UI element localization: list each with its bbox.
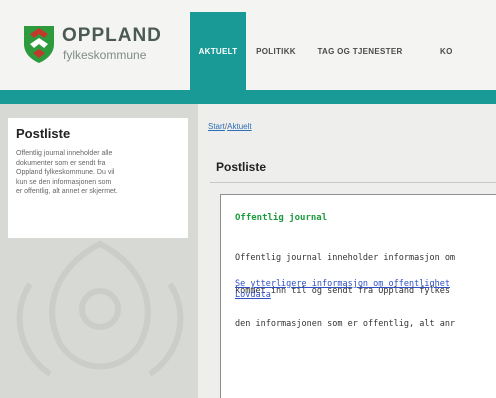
sidebar-title: Postliste [16,126,71,141]
more-info-link[interactable]: Se ytterligere informasjon om offentligh… [235,279,496,290]
sidebar-panel: Postliste Offentlig journal inneholder a… [8,118,188,238]
content-text-line: den informasjonen som er offentlig, alt … [235,319,456,329]
logo-name: OPPLAND [62,25,162,46]
coat-of-arms-icon [24,26,54,63]
sidebar-text-line: dokumenter som er sendt fra [16,159,106,167]
nav-accent-bar [0,90,496,104]
site-header: OPPLAND fylkeskommune AKTUELT POLITIKK T… [0,0,496,90]
content-text-line: Offentlig journal inneholder informasjon… [235,253,456,263]
lovdata-link[interactable]: Lovdata [235,290,271,301]
nav-item-ko[interactable]: KO [414,12,496,90]
nav-item-politikk[interactable]: POLITIKK [246,12,306,90]
breadcrumb-aktuelt-link[interactable]: Aktuelt [227,122,251,131]
nav-item-tjenester[interactable]: TAG OG TJENESTER [306,12,414,90]
page-title: Postliste [216,160,267,174]
site-logo[interactable]: OPPLAND fylkeskommune [20,24,190,72]
logo-subtitle: fylkeskommune [63,48,147,62]
main-content: Start/Aktuelt Postliste Offentlig journa… [198,104,496,398]
sidebar-text-line: er offentlig, alt annet er skjermet. [16,188,118,195]
content-heading: Offentlig journal [235,213,328,223]
content-body: Offentlig journal inneholder informasjon… [235,231,496,352]
sidebar-description: Offentlig journal inneholder alle dokume… [16,149,180,197]
breadcrumb-start-link[interactable]: Start [208,122,225,131]
breadcrumb: Start/Aktuelt [208,122,252,131]
nav-item-aktuelt[interactable]: AKTUELT [190,12,246,90]
sidebar-text-line: Offentlig journal inneholder alle [16,150,113,157]
sidebar-text-line: kun se den informasjonen som [16,178,112,186]
journal-content-box: Offentlig journal Offentlig journal inne… [220,194,496,398]
title-divider [210,182,496,183]
sidebar-text-line: Oppland fylkeskommune. Du vil [16,169,115,176]
main-navigation: AKTUELT POLITIKK TAG OG TJENESTER KO [190,12,496,90]
